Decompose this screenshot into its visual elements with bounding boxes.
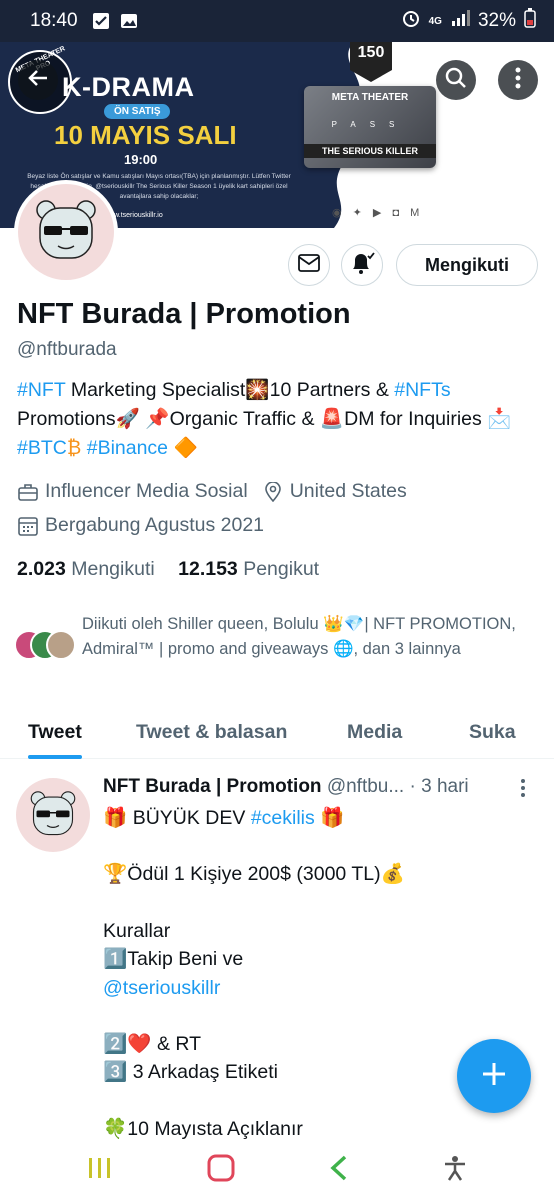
accessibility-icon[interactable] bbox=[443, 1155, 467, 1186]
back-arrow-icon bbox=[27, 67, 49, 94]
banner-date: 10 MAYIS SALI bbox=[54, 120, 237, 150]
briefcase-icon bbox=[17, 481, 39, 503]
message-button[interactable] bbox=[288, 244, 330, 286]
tweet-header: NFT Burada | Promotion @nftbu... · 3 har… bbox=[103, 776, 533, 798]
hashtag-btc[interactable]: #BTC bbox=[17, 437, 67, 459]
battery-percent: 32% bbox=[477, 10, 516, 31]
profile-meta-row-1: Influencer Media Sosial United States bbox=[17, 480, 407, 503]
home-icon[interactable] bbox=[207, 1154, 235, 1187]
profile-handle: @nftburada bbox=[17, 339, 117, 360]
back-button[interactable] bbox=[18, 60, 58, 100]
more-vertical-icon bbox=[520, 779, 526, 803]
status-bar: 18:40 4G 32% bbox=[0, 0, 554, 42]
banner-social-icons: ◉ ✦ ▶ ◘ M bbox=[332, 207, 424, 219]
tweet-author-name[interactable]: NFT Burada | Promotion bbox=[103, 776, 322, 797]
profile-category: Influencer Media Sosial bbox=[45, 480, 248, 502]
calendar-icon bbox=[17, 515, 39, 537]
banner-hour: 19:00 bbox=[124, 152, 158, 167]
hashtag-binance[interactable]: #Binance bbox=[87, 437, 168, 459]
gallery-notification-icon bbox=[120, 12, 138, 30]
check-notification-icon bbox=[92, 12, 110, 30]
mail-icon bbox=[298, 253, 320, 277]
cartoon-avatar-icon bbox=[30, 791, 76, 836]
profile-location: United States bbox=[289, 480, 407, 502]
profile-avatar[interactable] bbox=[14, 180, 118, 284]
mention-tseriouskillr[interactable]: @tseriouskillr bbox=[103, 974, 533, 1002]
followers-link[interactable]: 12.153 Pengikut bbox=[178, 558, 319, 580]
search-icon bbox=[445, 67, 467, 94]
tweet-author-handle: @nftbu... bbox=[326, 776, 405, 797]
compose-tweet-button[interactable] bbox=[457, 1039, 531, 1113]
follower-avatars bbox=[14, 630, 80, 670]
location-icon bbox=[262, 481, 284, 503]
avatar bbox=[46, 630, 76, 660]
search-button[interactable] bbox=[436, 60, 476, 100]
more-options-button[interactable] bbox=[498, 60, 538, 100]
signal-icon bbox=[450, 9, 470, 33]
hashtag-nfts[interactable]: #NFTs bbox=[394, 379, 450, 401]
system-nav-bar bbox=[0, 1140, 554, 1200]
back-nav-icon[interactable] bbox=[329, 1155, 349, 1186]
notifications-button[interactable] bbox=[341, 244, 383, 286]
network-type: 4G bbox=[428, 15, 442, 27]
followed-by-row[interactable]: Diikuti oleh Shiller queen, Bolulu 👑💎| N… bbox=[14, 612, 544, 670]
following-button[interactable]: Mengikuti bbox=[396, 244, 538, 286]
battery-icon bbox=[524, 8, 536, 34]
hashtag-nft[interactable]: #NFT bbox=[17, 379, 65, 401]
profile-tabs: Tweet Tweet & balasan Media Suka bbox=[0, 705, 554, 759]
banner-title: K-DRAMA bbox=[62, 72, 195, 102]
follow-counts: 2.023 Mengikuti 12.153 Pengikut bbox=[17, 558, 319, 581]
alarm-icon bbox=[401, 8, 421, 34]
tweet-more-button[interactable] bbox=[520, 778, 526, 804]
tab-tweets-replies[interactable]: Tweet & balasan bbox=[136, 705, 287, 759]
tweet-author-avatar[interactable] bbox=[16, 778, 90, 852]
tab-media[interactable]: Media bbox=[347, 705, 402, 759]
tab-likes[interactable]: Suka bbox=[469, 705, 516, 759]
hashtag-cekilis[interactable]: #cekilis bbox=[251, 807, 315, 829]
bell-check-icon bbox=[349, 251, 375, 280]
pass-card: META THEATER PASS THE SERIOUS KILLER bbox=[304, 86, 436, 168]
profile-bio: #NFT Marketing Specialist🎇10 Partners & … bbox=[17, 379, 512, 459]
recent-apps-icon[interactable] bbox=[87, 1156, 113, 1185]
following-link[interactable]: 2.023 Mengikuti bbox=[17, 558, 155, 580]
cartoon-avatar-icon bbox=[36, 200, 96, 259]
followed-by-text: Diikuti oleh Shiller queen, Bolulu 👑💎| N… bbox=[82, 615, 516, 658]
profile-meta-row-2: Bergabung Agustus 2021 bbox=[17, 514, 264, 537]
more-vertical-icon bbox=[515, 67, 521, 94]
profile-joined: Bergabung Agustus 2021 bbox=[45, 514, 265, 536]
tab-tweets[interactable]: Tweet bbox=[28, 705, 82, 759]
status-time: 18:40 bbox=[30, 10, 78, 31]
plus-icon bbox=[481, 1061, 507, 1092]
banner-badge: ÖN SATIŞ bbox=[104, 104, 171, 119]
profile-name: NFT Burada | Promotion bbox=[17, 298, 351, 330]
tweet-time: · 3 hari bbox=[409, 776, 469, 797]
